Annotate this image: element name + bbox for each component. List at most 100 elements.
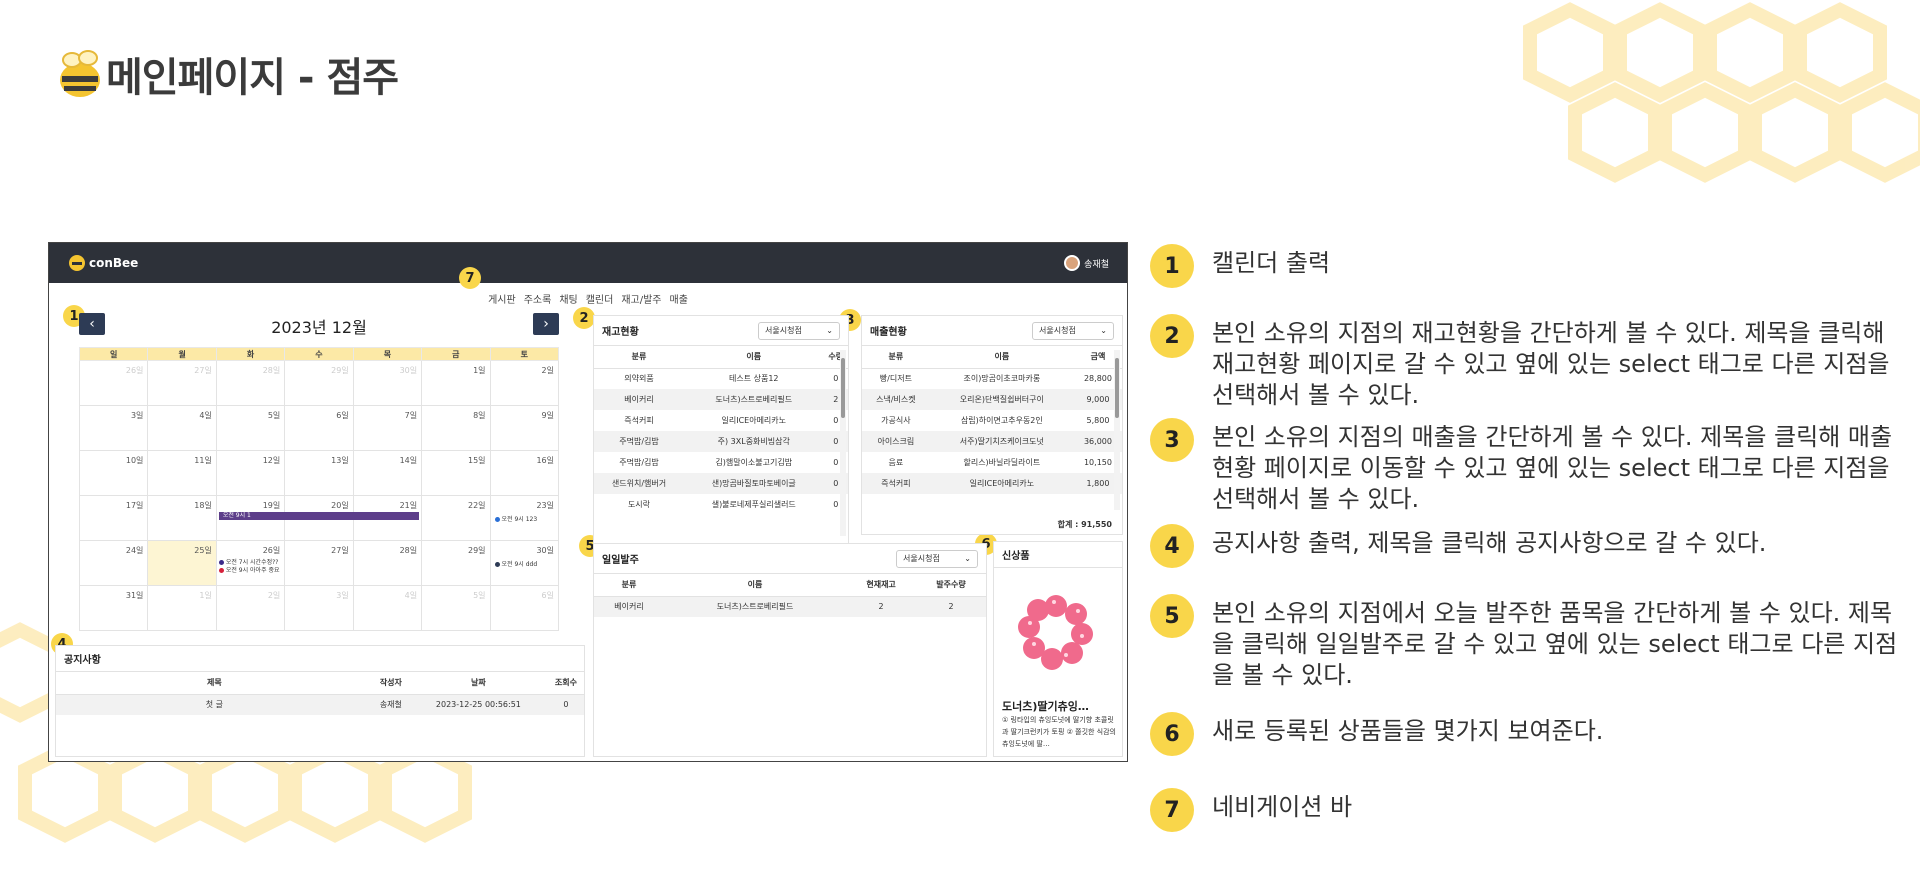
- calendar-day[interactable]: 29일: [421, 540, 491, 586]
- select-value: 서울시청점: [1039, 326, 1076, 335]
- column-header: 현재재고: [846, 574, 917, 597]
- calendar-day[interactable]: 6일: [284, 405, 354, 451]
- column-header: 이름: [663, 574, 847, 597]
- calendar-day[interactable]: 29일: [284, 360, 354, 406]
- sales-panel-title[interactable]: 매출현황: [870, 323, 907, 338]
- day-number: 29일: [331, 366, 349, 375]
- calendar-day[interactable]: 31일: [78, 585, 149, 631]
- table-row: 즉석커피 일리ICE아메리카노 0: [594, 410, 848, 431]
- legend-number: 4: [1150, 524, 1194, 568]
- stock-panel-title[interactable]: 재고현황: [602, 323, 639, 338]
- bee-logo-icon: [60, 50, 100, 97]
- calendar-day-today[interactable]: 25일: [147, 540, 217, 586]
- calendar-day[interactable]: 26일: [78, 360, 149, 406]
- calendar-day[interactable]: 22일: [421, 495, 491, 541]
- table-cell[interactable]: 첫 글: [56, 694, 373, 715]
- calendar-day[interactable]: 6일: [489, 585, 560, 631]
- calendar-day[interactable]: 27일: [284, 540, 354, 586]
- calendar-event[interactable]: 오전 9시 아아주 중요: [218, 565, 280, 574]
- order-store-select[interactable]: 서울시청점 ⌄: [896, 549, 978, 568]
- calendar-day[interactable]: 30일: [352, 360, 423, 406]
- day-number: 11일: [194, 456, 212, 465]
- calendar-day[interactable]: 12일: [215, 450, 286, 496]
- calendar-day[interactable]: 23일 오전 9시 123: [489, 495, 560, 541]
- calendar-day[interactable]: 7일: [352, 405, 423, 451]
- calendar-day[interactable]: 1일: [147, 585, 217, 631]
- calendar-day[interactable]: 11일: [147, 450, 217, 496]
- notice-row[interactable]: 첫 글 송재철 2023-12-25 00:56:51 0: [56, 694, 584, 715]
- nav-item-board[interactable]: 게시판: [488, 291, 516, 306]
- nav-item-stock-order[interactable]: 재고/발주: [621, 291, 661, 306]
- calendar-day[interactable]: 24일: [78, 540, 149, 586]
- day-number: 8일: [473, 411, 486, 420]
- day-number: 10일: [125, 456, 144, 465]
- column-header: 조회수: [547, 672, 584, 695]
- scrollbar[interactable]: [1114, 350, 1120, 510]
- calendar-day[interactable]: 26일 오전 7시 시간수정?? 오전 9시 아아주 중요: [215, 540, 286, 586]
- legend-item-3: 3 본인 소유의 지점의 매출을 간단하게 볼 수 있다. 제목을 클릭해 매출…: [1150, 418, 1912, 515]
- calendar-day[interactable]: 21일: [352, 495, 423, 541]
- calendar-day[interactable]: 30일 오전 9시 ddd: [489, 540, 560, 586]
- app-logo-text: conBee: [89, 256, 139, 270]
- table-cell: 즉석커피: [862, 473, 930, 494]
- calendar-day[interactable]: 9일: [489, 405, 560, 451]
- bee-icon: [69, 255, 85, 271]
- notice-panel-title[interactable]: 공지사항: [64, 651, 101, 666]
- day-number: 13일: [331, 456, 349, 465]
- calendar-day[interactable]: 17일: [78, 495, 149, 541]
- table-row: 베이커리 도너츠)스트로베리필드 2 2: [594, 596, 986, 617]
- calendar-day[interactable]: 15일: [421, 450, 491, 496]
- nav-item-sales[interactable]: 매출: [670, 291, 688, 306]
- sales-panel-header: 매출현황 서울시청점 ⌄: [862, 316, 1122, 346]
- table-cell: 빵/디저트: [879, 374, 912, 384]
- donut-product-image[interactable]: [1016, 592, 1096, 672]
- calendar-day[interactable]: 14일: [352, 450, 423, 496]
- calendar-day[interactable]: 27일: [147, 360, 217, 406]
- nav-item-calendar[interactable]: 캘린더: [586, 291, 614, 306]
- weekday-header: 수: [284, 347, 354, 361]
- calendar-day[interactable]: 20일: [284, 495, 354, 541]
- calendar-day[interactable]: 4일: [147, 405, 217, 451]
- calendar-next-button[interactable]: ›: [533, 313, 559, 335]
- weekday-header: 토: [489, 347, 560, 361]
- sales-store-select[interactable]: 서울시청점 ⌄: [1032, 321, 1114, 340]
- legend-number: 1: [1150, 244, 1194, 288]
- nav-item-chat[interactable]: 채팅: [559, 291, 577, 306]
- column-header: 분류: [594, 346, 684, 369]
- calendar-day[interactable]: 16일: [489, 450, 560, 496]
- event-label: 오전 9시 123: [501, 516, 538, 523]
- daily-order-panel-title[interactable]: 일일발주: [602, 551, 639, 566]
- calendar-event[interactable]: 오전 9시 ddd: [494, 559, 537, 568]
- day-number: 7일: [404, 411, 418, 420]
- calendar-day[interactable]: 2일: [489, 360, 560, 406]
- calendar-day[interactable]: 5일: [215, 405, 286, 451]
- calendar-event[interactable]: 오전 9시 123: [494, 514, 538, 523]
- user-profile[interactable]: 송재철: [1064, 255, 1109, 271]
- scrollbar[interactable]: [840, 350, 846, 536]
- legend-text: 공지사항 출력, 제목을 클릭해 공지사항으로 갈 수 있다.: [1212, 529, 1767, 557]
- new-product-panel-title[interactable]: 신상품: [1002, 547, 1030, 562]
- calendar-day[interactable]: 13일: [284, 450, 354, 496]
- table-row: 가공식사 삼립)하이면고추우동2인 5,800: [862, 410, 1122, 431]
- calendar-day[interactable]: 28일: [215, 360, 286, 406]
- day-number: 27일: [194, 366, 212, 375]
- calendar-day[interactable]: 10일: [78, 450, 149, 496]
- calendar-day[interactable]: 8일: [421, 405, 491, 451]
- calendar-day[interactable]: 1일: [421, 360, 491, 406]
- calendar-day[interactable]: 19일 오전 9시 1: [215, 495, 419, 541]
- select-value: 서울시청점: [903, 554, 940, 563]
- calendar-day[interactable]: 18일: [147, 495, 217, 541]
- calendar-day[interactable]: 28일: [352, 540, 423, 586]
- app-logo[interactable]: conBee: [69, 255, 138, 271]
- event-dot-icon: [218, 568, 224, 573]
- stock-store-select[interactable]: 서울시청점 ⌄: [758, 321, 840, 340]
- calendar-day[interactable]: 5일: [421, 585, 491, 631]
- nav-item-address-book[interactable]: 주소록: [524, 291, 552, 306]
- calendar-day[interactable]: 2일: [215, 585, 286, 631]
- day-number: 5일: [267, 411, 281, 420]
- calendar-day[interactable]: 3일: [78, 405, 149, 451]
- product-name[interactable]: 도너츠)딸기츄잉…: [1002, 698, 1089, 714]
- calendar-day[interactable]: 4일: [352, 585, 423, 631]
- calendar-day[interactable]: 3일: [284, 585, 354, 631]
- user-name: 송재철: [1084, 259, 1109, 270]
